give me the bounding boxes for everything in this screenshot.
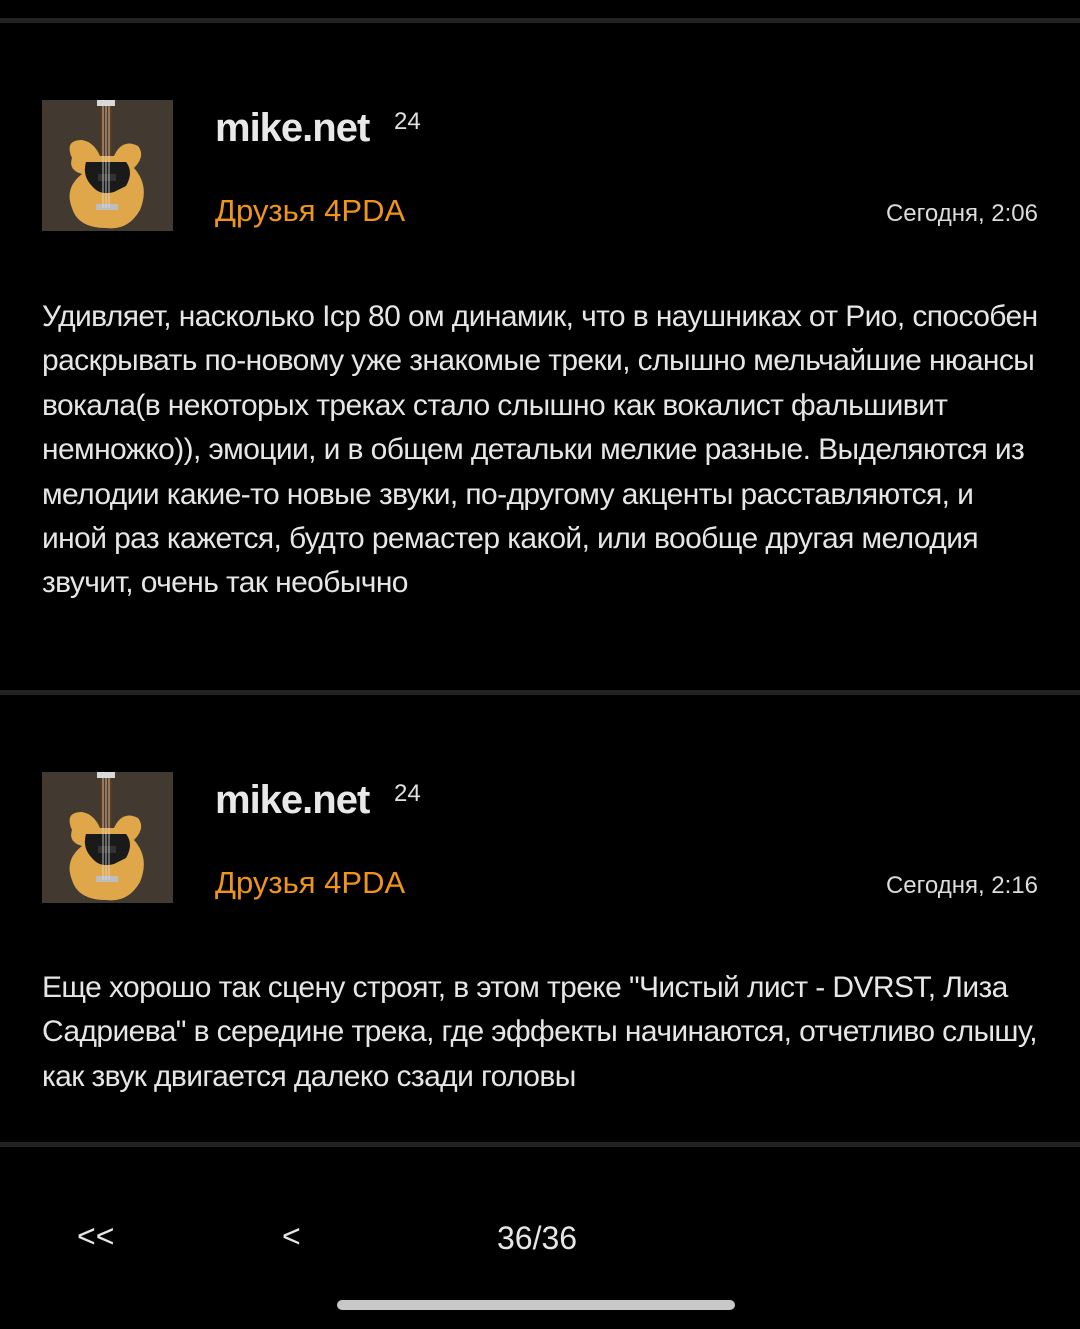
top-divider <box>0 18 1080 23</box>
post-date: Сегодня, 2:16 <box>885 872 1038 899</box>
user-group: Друзья 4PDA <box>215 193 406 228</box>
reputation-count[interactable]: 24 <box>394 780 421 808</box>
first-page-button[interactable]: << <box>77 1218 114 1255</box>
post-author[interactable]: mike.net <box>215 106 370 151</box>
bass-guitar-icon <box>42 100 173 231</box>
home-indicator[interactable] <box>337 1300 735 1310</box>
page-indicator[interactable]: 36/36 <box>497 1220 577 1257</box>
pagination-bar: << < 36/36 <box>0 1214 1080 1264</box>
post-divider <box>0 690 1080 695</box>
user-avatar[interactable] <box>42 100 173 231</box>
user-avatar[interactable] <box>42 772 173 903</box>
post-text: Удивляет, насколько Icp 80 ом динамик, ч… <box>42 300 1038 600</box>
post-date: Сегодня, 2:06 <box>885 200 1038 227</box>
prev-page-button[interactable]: < <box>282 1218 301 1255</box>
post-text: Еще хорошо так сцену строят, в этом трек… <box>42 971 1038 1093</box>
reputation-count[interactable]: 24 <box>394 108 421 136</box>
user-group: Друзья 4PDA <box>215 865 406 900</box>
post-author[interactable]: mike.net <box>215 778 370 823</box>
post-divider <box>0 1142 1080 1147</box>
bass-guitar-icon <box>42 772 173 903</box>
